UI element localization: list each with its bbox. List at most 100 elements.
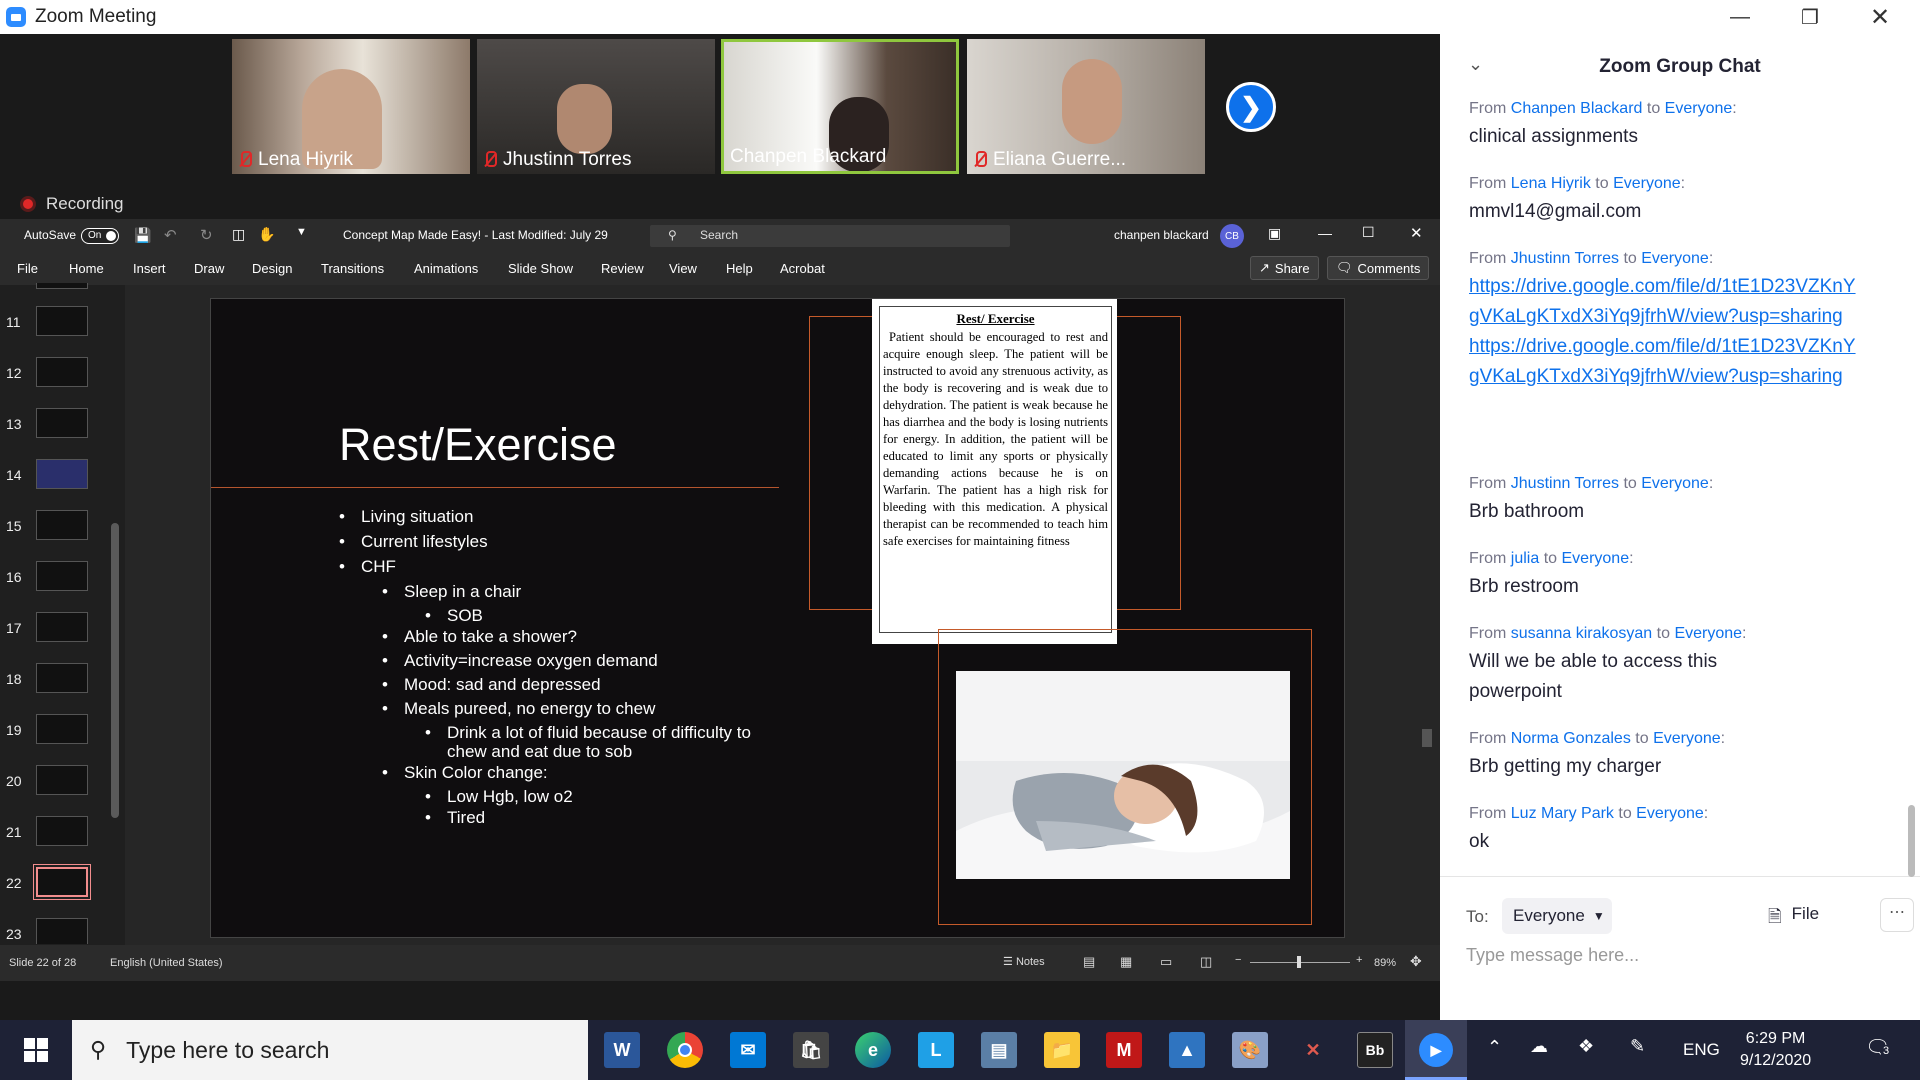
slide-thumbnail[interactable]: 12: [0, 357, 110, 393]
mcafee-icon[interactable]: M: [1106, 1032, 1142, 1068]
save-icon[interactable]: 💾: [134, 227, 151, 244]
ribbon-display-icon[interactable]: ▣: [1268, 225, 1281, 242]
comments-button[interactable]: 🗨 Comments: [1327, 256, 1430, 280]
user-avatar[interactable]: CB: [1220, 224, 1244, 248]
participant-tile[interactable]: Lena Hiyrik: [232, 39, 470, 174]
snip-icon[interactable]: ✕: [1295, 1032, 1331, 1068]
present-icon[interactable]: ◫: [232, 226, 245, 243]
sender-name[interactable]: julia: [1511, 550, 1539, 567]
language-indicator[interactable]: ENG: [1683, 1040, 1720, 1060]
slide-thumbnail[interactable]: 11: [0, 306, 110, 342]
paint-icon[interactable]: 🎨: [1232, 1032, 1268, 1068]
more-options-icon[interactable]: ⋯: [1880, 898, 1914, 932]
windows-start-icon[interactable]: [0, 1020, 72, 1080]
chrome-icon[interactable]: [667, 1032, 703, 1068]
slide-thumbnail[interactable]: 18: [0, 663, 110, 699]
tab-draw[interactable]: Draw: [194, 261, 224, 276]
tab-transitions[interactable]: Transitions: [321, 261, 384, 276]
file-explorer-icon[interactable]: 📁: [1044, 1032, 1080, 1068]
slide-thumbnail[interactable]: 16: [0, 561, 110, 597]
l-app-icon[interactable]: L: [918, 1032, 954, 1068]
redo-icon[interactable]: ↻: [200, 226, 213, 244]
fit-to-window-icon[interactable]: ✥: [1410, 953, 1422, 970]
cloud-sync-icon[interactable]: ☁: [1530, 1036, 1548, 1057]
notification-center-icon[interactable]: 🗨 3: [1865, 1035, 1892, 1060]
tab-slide-show[interactable]: Slide Show: [508, 261, 573, 276]
ppt-minimize-icon[interactable]: —: [1318, 225, 1332, 241]
stage-scrollbar[interactable]: [1422, 289, 1432, 939]
undo-icon[interactable]: ↶: [164, 226, 177, 244]
system-clock[interactable]: 6:29 PM 9/12/2020: [1740, 1028, 1811, 1072]
blackboard-icon[interactable]: Bb: [1357, 1032, 1393, 1068]
touch-mode-icon[interactable]: ✋: [258, 226, 275, 243]
zoom-icon[interactable]: ▶: [1405, 1020, 1467, 1080]
minimize-button[interactable]: —: [1705, 0, 1775, 34]
message-input[interactable]: Type message here...: [1466, 945, 1639, 966]
document-title[interactable]: Concept Map Made Easy! - Last Modified: …: [343, 228, 608, 242]
slide-thumbnail-selected[interactable]: 22: [0, 864, 110, 903]
zoom-level[interactable]: 89%: [1374, 957, 1396, 969]
tab-review[interactable]: Review: [601, 261, 644, 276]
slide-thumbnail[interactable]: 13: [0, 408, 110, 444]
sender-name[interactable]: Jhustinn Torres: [1511, 250, 1619, 267]
sender-name[interactable]: Lena Hiyrik: [1511, 175, 1591, 192]
slideshow-view-icon[interactable]: ◫: [1200, 954, 1212, 970]
tab-help[interactable]: Help: [726, 261, 753, 276]
app-icon[interactable]: ▲: [1169, 1032, 1205, 1068]
sender-name[interactable]: Luz Mary Park: [1511, 805, 1614, 822]
slide-thumbnail[interactable]: 14: [0, 459, 110, 495]
taskbar-search-box[interactable]: ⚲ Type here to search: [72, 1020, 588, 1080]
sender-name[interactable]: Jhustinn Torres: [1511, 475, 1619, 492]
recipient-dropdown[interactable]: Everyone ▼: [1502, 898, 1612, 934]
slide-thumbnail[interactable]: 20: [0, 765, 110, 801]
close-button[interactable]: ✕: [1845, 0, 1915, 34]
store-icon[interactable]: 🛍: [793, 1032, 829, 1068]
restore-button[interactable]: ❐: [1775, 0, 1845, 34]
tab-view[interactable]: View: [669, 261, 697, 276]
sender-name[interactable]: Norma Gonzales: [1511, 730, 1631, 747]
tab-design[interactable]: Design: [252, 261, 292, 276]
edge-icon[interactable]: e: [855, 1032, 891, 1068]
slide-thumbnail[interactable]: 15: [0, 510, 110, 546]
thumbnail-scrollbar[interactable]: [110, 293, 120, 943]
ppt-search-box[interactable]: ⚲ Search: [650, 225, 1010, 247]
slide-thumbnail[interactable]: 23: [0, 918, 110, 944]
current-slide[interactable]: Rest/Exercise Living situation Current li…: [210, 298, 1345, 938]
slide-sorter-icon[interactable]: ▦: [1120, 954, 1132, 970]
reading-view-icon[interactable]: ▭: [1160, 954, 1172, 970]
chat-scrollbar[interactable]: [1908, 805, 1915, 877]
slide-thumbnail[interactable]: 19: [0, 714, 110, 750]
zoom-slider[interactable]: [1250, 956, 1350, 968]
mail-icon[interactable]: ✉: [730, 1032, 766, 1068]
next-page-arrow-icon[interactable]: ❯: [1226, 82, 1276, 132]
participant-tile-active[interactable]: Chanpen Blackard: [721, 39, 959, 174]
sender-name[interactable]: susanna kirakosyan: [1511, 625, 1652, 642]
notes-button[interactable]: ☰ Notes: [1003, 955, 1045, 968]
participant-tile[interactable]: Eliana Guerre...: [967, 39, 1205, 174]
normal-view-icon[interactable]: ▤: [1083, 954, 1095, 970]
word-icon[interactable]: W: [604, 1032, 640, 1068]
show-hidden-icons-icon[interactable]: ⌃: [1487, 1037, 1502, 1058]
language-indicator[interactable]: English (United States): [110, 957, 223, 969]
tab-animations[interactable]: Animations: [414, 261, 478, 276]
ppt-close-icon[interactable]: ✕: [1410, 224, 1423, 242]
pen-icon[interactable]: ✎: [1630, 1036, 1645, 1057]
dropbox-icon[interactable]: ❖: [1578, 1036, 1594, 1057]
share-button[interactable]: ↗ Share: [1250, 256, 1319, 280]
tab-acrobat[interactable]: Acrobat: [780, 261, 825, 276]
zoom-out-icon[interactable]: −: [1235, 954, 1241, 966]
tab-file[interactable]: File: [17, 261, 38, 276]
zoom-in-icon[interactable]: +: [1356, 954, 1362, 966]
slide-thumbnail[interactable]: 17: [0, 612, 110, 648]
ppt-maximize-icon[interactable]: ☐: [1362, 224, 1375, 241]
customize-toolbar-icon[interactable]: ▼: [296, 226, 307, 238]
message-link[interactable]: https://drive.google.com/file/d/1tE1D23V…: [1469, 332, 1859, 392]
file-button[interactable]: 🗎 File: [1768, 904, 1819, 933]
sender-name[interactable]: Chanpen Blackard: [1511, 100, 1643, 117]
message-link[interactable]: https://drive.google.com/file/d/1tE1D23V…: [1469, 272, 1859, 332]
autosave-toggle[interactable]: On: [81, 228, 119, 244]
tab-home[interactable]: Home: [69, 261, 104, 276]
tab-insert[interactable]: Insert: [133, 261, 166, 276]
slide-thumbnail[interactable]: 21: [0, 816, 110, 852]
desktop-icon[interactable]: ▤: [981, 1032, 1017, 1068]
